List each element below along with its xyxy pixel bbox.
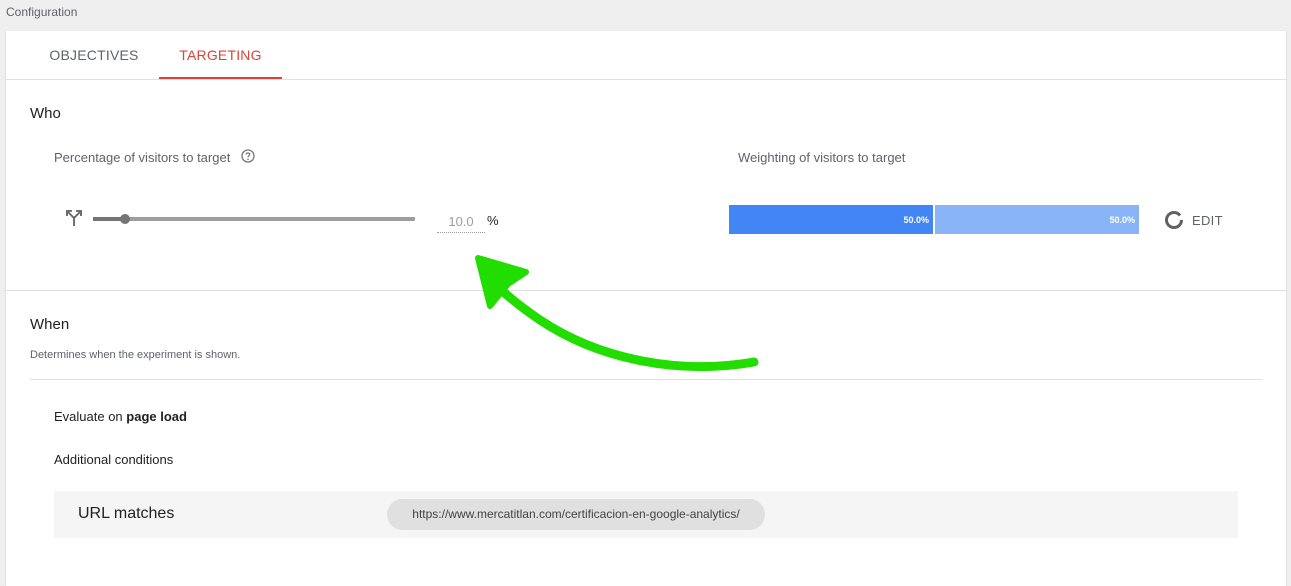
pie-chart-icon: [1165, 211, 1183, 229]
section-divider: [6, 290, 1286, 291]
weighting-segment-original: 50.0%: [729, 205, 935, 234]
percentage-label: Percentage of visitors to target: [54, 150, 231, 165]
slider-thumb[interactable]: [120, 214, 131, 224]
tab-targeting[interactable]: TARGETING: [159, 31, 282, 79]
percentage-input[interactable]: [437, 211, 485, 233]
slider-track: [93, 217, 415, 221]
additional-conditions-label: Additional conditions: [54, 452, 174, 467]
weighting-bar: 50.0% 50.0%: [729, 205, 1139, 234]
when-section-title: When: [30, 316, 70, 333]
when-description: Determines when the experiment is shown.: [30, 349, 241, 361]
edit-label: EDIT: [1192, 212, 1223, 228]
help-icon[interactable]: [241, 149, 255, 163]
page-heading: Configuration: [6, 5, 78, 19]
evaluate-value: page load: [126, 409, 187, 424]
tab-bar: OBJECTIVES TARGETING: [6, 31, 1286, 80]
evaluate-prefix: Evaluate on: [54, 409, 127, 424]
url-value-chip[interactable]: https://www.mercatitlan.com/certificacio…: [387, 499, 765, 530]
weighting-label: Weighting of visitors to target: [738, 150, 906, 165]
edit-weighting-button[interactable]: EDIT: [1164, 209, 1223, 231]
visitors-percentage-slider[interactable]: [93, 211, 415, 227]
evaluate-on-text: Evaluate on page load: [54, 409, 187, 424]
configuration-card: OBJECTIVES TARGETING Who Percentage of v…: [6, 31, 1286, 586]
split-traffic-icon: [65, 209, 83, 227]
who-section-title: Who: [30, 105, 61, 122]
url-condition-label: URL matches: [78, 505, 175, 522]
url-condition-row: URL matches https://www.mercatitlan.com/…: [54, 491, 1238, 538]
tab-objectives[interactable]: OBJECTIVES: [30, 31, 158, 79]
percent-symbol: %: [487, 213, 499, 228]
weighting-segment-variant: 50.0%: [935, 205, 1139, 234]
when-divider: [30, 379, 1262, 380]
